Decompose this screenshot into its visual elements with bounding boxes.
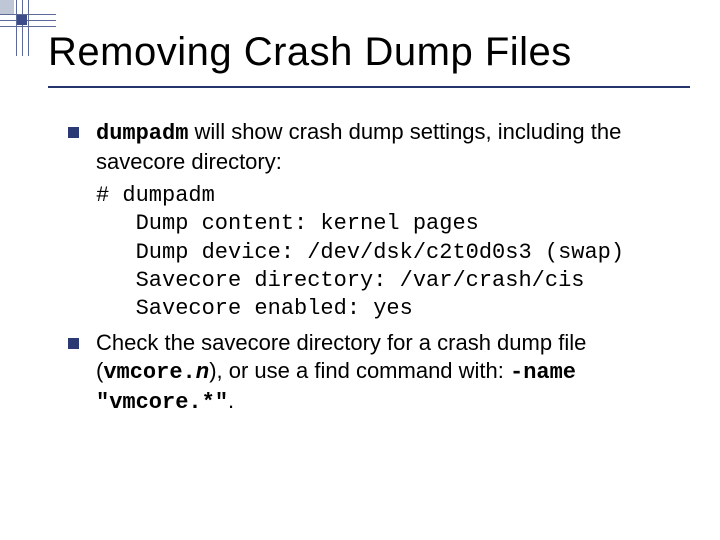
out-line-4: Savecore enabled: yes — [96, 295, 413, 323]
command: dumpadm — [122, 183, 214, 208]
terminal-output: # dumpadm Dump content: kernel pages Dum… — [96, 182, 676, 323]
bullet-1: dumpadm will show crash dump settings, i… — [62, 118, 676, 176]
out-line-1: Dump content: kernel pages — [96, 210, 479, 238]
title-underline — [48, 86, 690, 88]
corner-box-light — [0, 0, 14, 14]
vmcore-prefix: vmcore. — [103, 360, 195, 385]
bullet-2: Check the savecore directory for a crash… — [62, 329, 676, 417]
slide: Removing Crash Dump Files dumpadm will s… — [0, 0, 720, 540]
out-line-2: Dump device: /dev/dsk/c2t0d0s3 (swap) — [96, 239, 624, 267]
vmcore-n: n — [196, 358, 209, 383]
out-line-3: Savecore directory: /var/crash/cis — [96, 267, 584, 295]
slide-title: Removing Crash Dump Files — [48, 30, 572, 75]
cmd-name: dumpadm — [96, 121, 188, 146]
prompt: # — [96, 183, 122, 208]
corner-box-dark — [17, 15, 27, 25]
bullet-list: dumpadm will show crash dump settings, i… — [62, 118, 676, 418]
bullet-2-mid: ), or use a find command with: — [209, 358, 510, 383]
slide-body: dumpadm will show crash dump settings, i… — [62, 118, 676, 424]
bullet-2-end: . — [228, 388, 234, 413]
